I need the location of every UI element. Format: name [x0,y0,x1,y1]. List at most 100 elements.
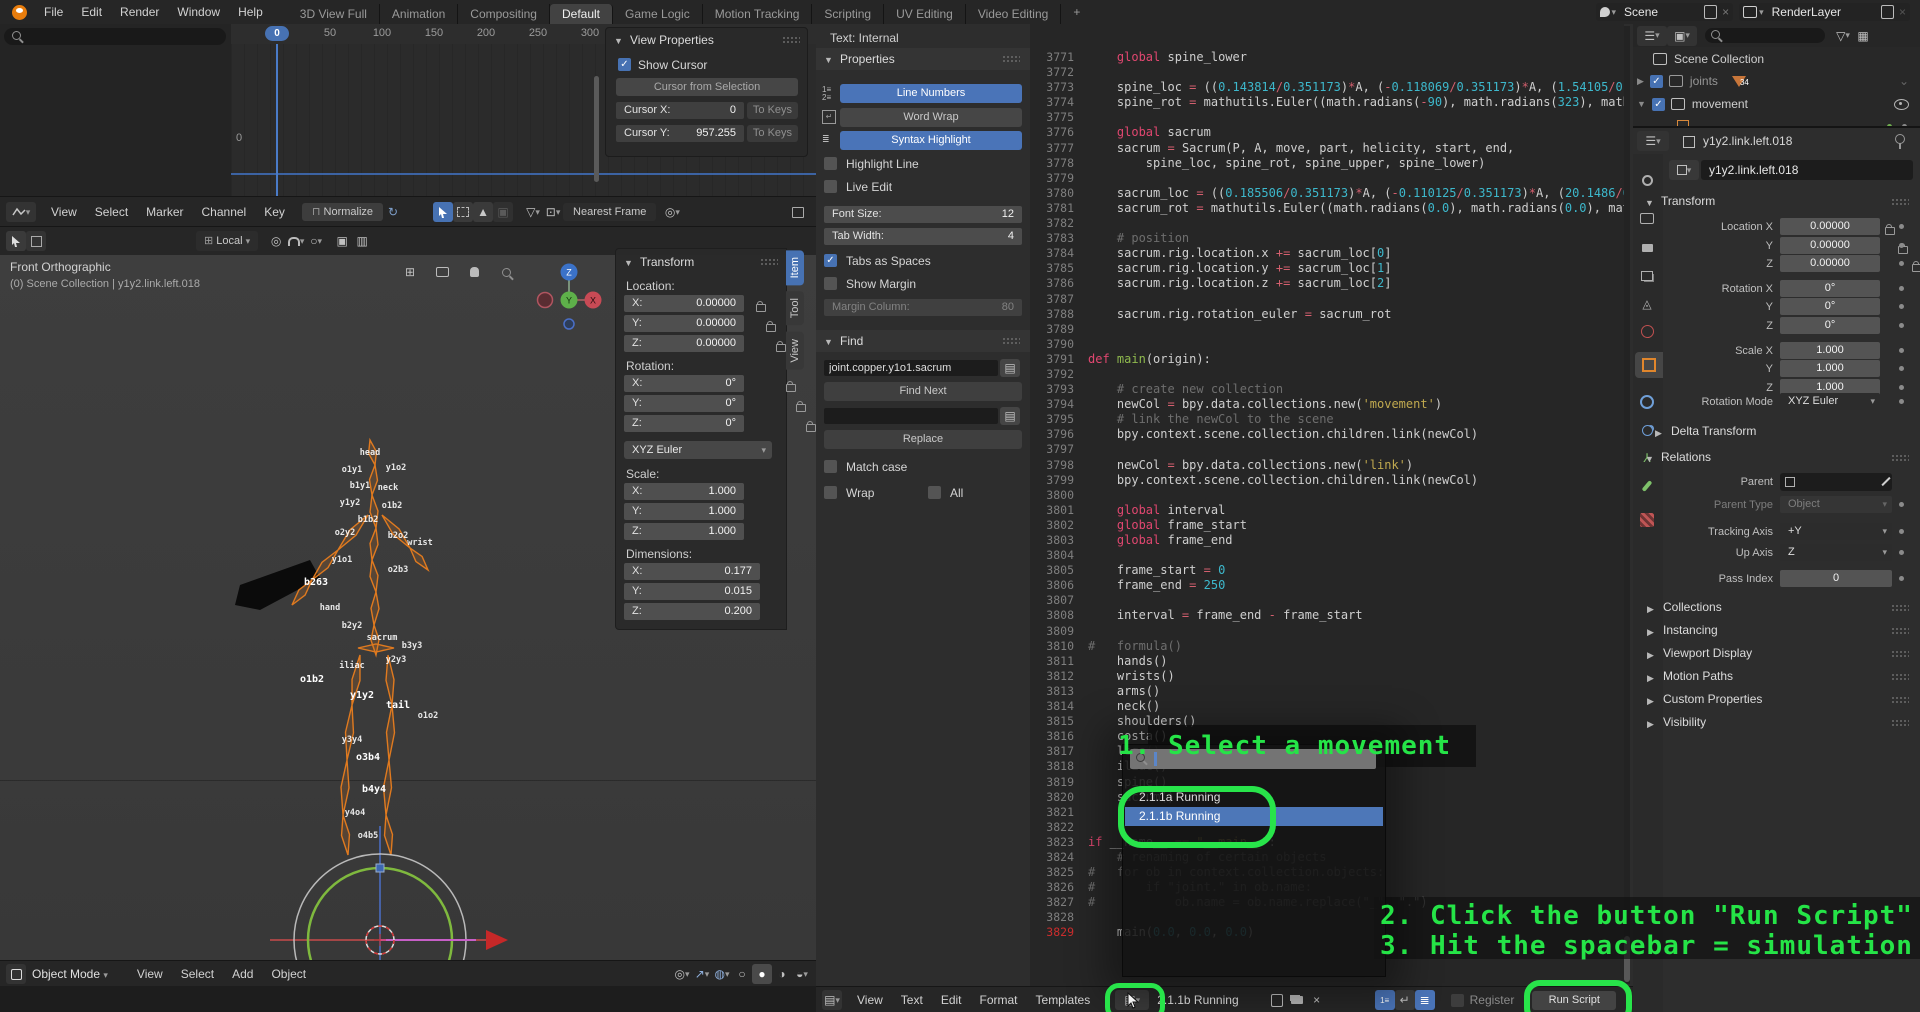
add-workspace-button[interactable]: + [1061,2,1092,22]
code-line-3799[interactable]: 3799 bpy.context.scene.collection.childr… [1030,473,1624,488]
menu-view[interactable]: View [848,993,892,1007]
lock-icon[interactable] [766,324,776,332]
render-layer-name[interactable]: RenderLayer [1764,5,1881,19]
overlay-extra-icon[interactable]: ▥ [352,231,372,251]
menu-format[interactable]: Format [971,993,1027,1007]
code-line-3805[interactable]: 3805 frame_start = 0 [1030,563,1624,578]
move-view-hand-icon[interactable] [464,262,484,282]
workspace-tab-game-logic[interactable]: Game Logic [613,4,703,24]
code-line-3801[interactable]: 3801 global interval [1030,503,1624,518]
relations-collapse-icon[interactable]: ▼ [1645,454,1654,464]
snap-target-icon[interactable]: ◎ [266,231,286,251]
code-line-3794[interactable]: 3794 newCol = bpy.data.collections.new('… [1030,397,1624,412]
xf-field[interactable]: 0.00000 [1780,218,1880,235]
match-case-checkbox[interactable] [824,460,837,473]
tab-item[interactable]: Item [786,250,804,285]
editor-type-text-icon[interactable]: ▤▾ [822,990,842,1010]
bone[interactable] [371,592,379,625]
code-line-3771[interactable]: 3771 global spine_lower [1030,50,1624,65]
panel-title-instancing[interactable]: Instancing [1663,623,1718,637]
register-checkbox[interactable] [1451,994,1464,1007]
value-field[interactable]: Y:0.015 [624,583,760,600]
code-line-3812[interactable]: 3812 wrists() [1030,669,1624,684]
code-line-3787[interactable]: 3787 [1030,292,1624,307]
show-margin-checkbox[interactable] [824,277,837,290]
value-field[interactable]: Y:1.000 [624,503,744,520]
menu-select[interactable]: Select [86,205,137,219]
value-field[interactable]: X:0.00000 [624,295,744,312]
tab-tool-icon[interactable] [1637,170,1657,190]
animate-dot-icon[interactable] [1899,385,1904,390]
code-line-3775[interactable]: 3775 [1030,110,1624,125]
tab-texture-icon[interactable] [1637,510,1657,530]
scene-delete-icon[interactable]: × [1722,5,1729,19]
replace-text-datablock-icon[interactable]: ▤ [1000,407,1020,425]
collapse-icon[interactable]: ▶ [1647,604,1654,615]
code-line-3814[interactable]: 3814 neck() [1030,699,1624,714]
panel-title-collections[interactable]: Collections [1663,600,1722,614]
code-line-3810[interactable]: 3810# formula() [1030,639,1624,654]
menu-view[interactable]: View [42,205,86,219]
menu-file[interactable]: File [35,5,72,19]
chevron-icon[interactable]: ⌄ [1899,74,1909,88]
transform-panel-title[interactable]: Transform [640,255,694,269]
workspace-tab-motion-tracking[interactable]: Motion Tracking [703,4,813,24]
cursor-y-field[interactable]: Cursor Y: 957.255 [616,125,744,142]
tracking-axis-dropdown[interactable]: +Y▾ [1780,523,1892,540]
animate-dot-icon[interactable] [1899,348,1904,353]
workspace-tab-uv-editing[interactable]: UV Editing [884,4,966,24]
cursor-y-to-keys-button[interactable]: To Keys [747,125,798,142]
menu-channel[interactable]: Channel [193,205,256,219]
code-line-3798[interactable]: 3798 newCol = bpy.data.collections.new('… [1030,458,1624,473]
code-line-3788[interactable]: 3788 sacrum.rig.rotation_euler = sacrum_… [1030,307,1624,322]
menu-help[interactable]: Help [229,5,272,19]
lock-icon[interactable] [1912,264,1920,272]
code-line-3782[interactable]: 3782 [1030,216,1624,231]
bone[interactable] [370,528,378,560]
scene-copies-icon[interactable] [1704,5,1717,19]
mode-dropdown[interactable]: Object Mode ▾ [26,967,114,981]
live-edit-checkbox[interactable] [824,180,837,193]
workspace-tab-default[interactable]: Default [550,4,613,24]
menu-select[interactable]: Select [172,967,223,981]
code-line-3803[interactable]: 3803 global frame_end [1030,533,1624,548]
code-line-3806[interactable]: 3806 frame_end = 250 [1030,578,1624,593]
expand-icon[interactable]: ▶ [1637,76,1644,87]
workspace-tab-scripting[interactable]: Scripting [812,4,884,24]
bone[interactable] [358,644,394,652]
code-line-3779[interactable]: 3779 [1030,171,1624,186]
lock-icon[interactable] [796,404,806,412]
shading-material-icon[interactable]: ◑ [772,964,792,984]
code-line-3808[interactable]: 3808 interval = frame_end - frame_start [1030,608,1624,623]
footer-word-wrap-icon[interactable]: ↵ [1395,990,1415,1010]
code-line-3780[interactable]: 3780 sacrum_loc = ((0.185506/0.351173)*A… [1030,186,1624,201]
pivot-point-icon[interactable]: ◎▾ [662,202,682,222]
open-text-icon[interactable] [1287,990,1307,1010]
playhead-frame-badge[interactable]: 0 [265,26,289,41]
value-field[interactable]: Y:0° [624,395,744,412]
panel-collapse-icon[interactable]: ▼ [624,258,633,268]
bone[interactable] [370,465,378,495]
object-name-field[interactable]: y1y2.link.left.018 [1701,160,1913,180]
panel-title-visibility[interactable]: Visibility [1663,715,1706,729]
outliner-filter-icon[interactable]: ▽▾ [1833,26,1853,46]
code-line-3785[interactable]: 3785 sacrum.rig.location.y += sacrum_loc… [1030,261,1624,276]
transform-panel-title[interactable]: Transform [1661,194,1715,208]
menu-view[interactable]: View [128,967,172,981]
code-line-3784[interactable]: 3784 sacrum.rig.location.x += sacrum_loc… [1030,246,1624,261]
collapse-icon[interactable]: ▼ [1637,99,1646,109]
copy-to-screen-icon[interactable] [788,202,808,222]
properties-editor-type-icon[interactable]: ☰▾ [1637,131,1669,151]
code-line-3786[interactable]: 3786 sacrum.rig.location.z += sacrum_loc… [1030,276,1624,291]
scene-name[interactable]: Scene [1616,5,1704,19]
eye-icon[interactable] [1894,99,1909,110]
value-field[interactable]: X:0.177 [624,563,760,580]
menu-edit[interactable]: Edit [72,5,111,19]
tab-constraints-icon[interactable] [1637,392,1657,412]
cursor-from-selection-button[interactable]: Cursor from Selection [616,78,798,96]
wrap-checkbox[interactable] [824,486,837,499]
code-line-3807[interactable]: 3807 [1030,593,1624,608]
parent-field[interactable] [1780,473,1892,491]
panel-grip[interactable] [782,36,800,44]
bone[interactable] [341,760,349,815]
